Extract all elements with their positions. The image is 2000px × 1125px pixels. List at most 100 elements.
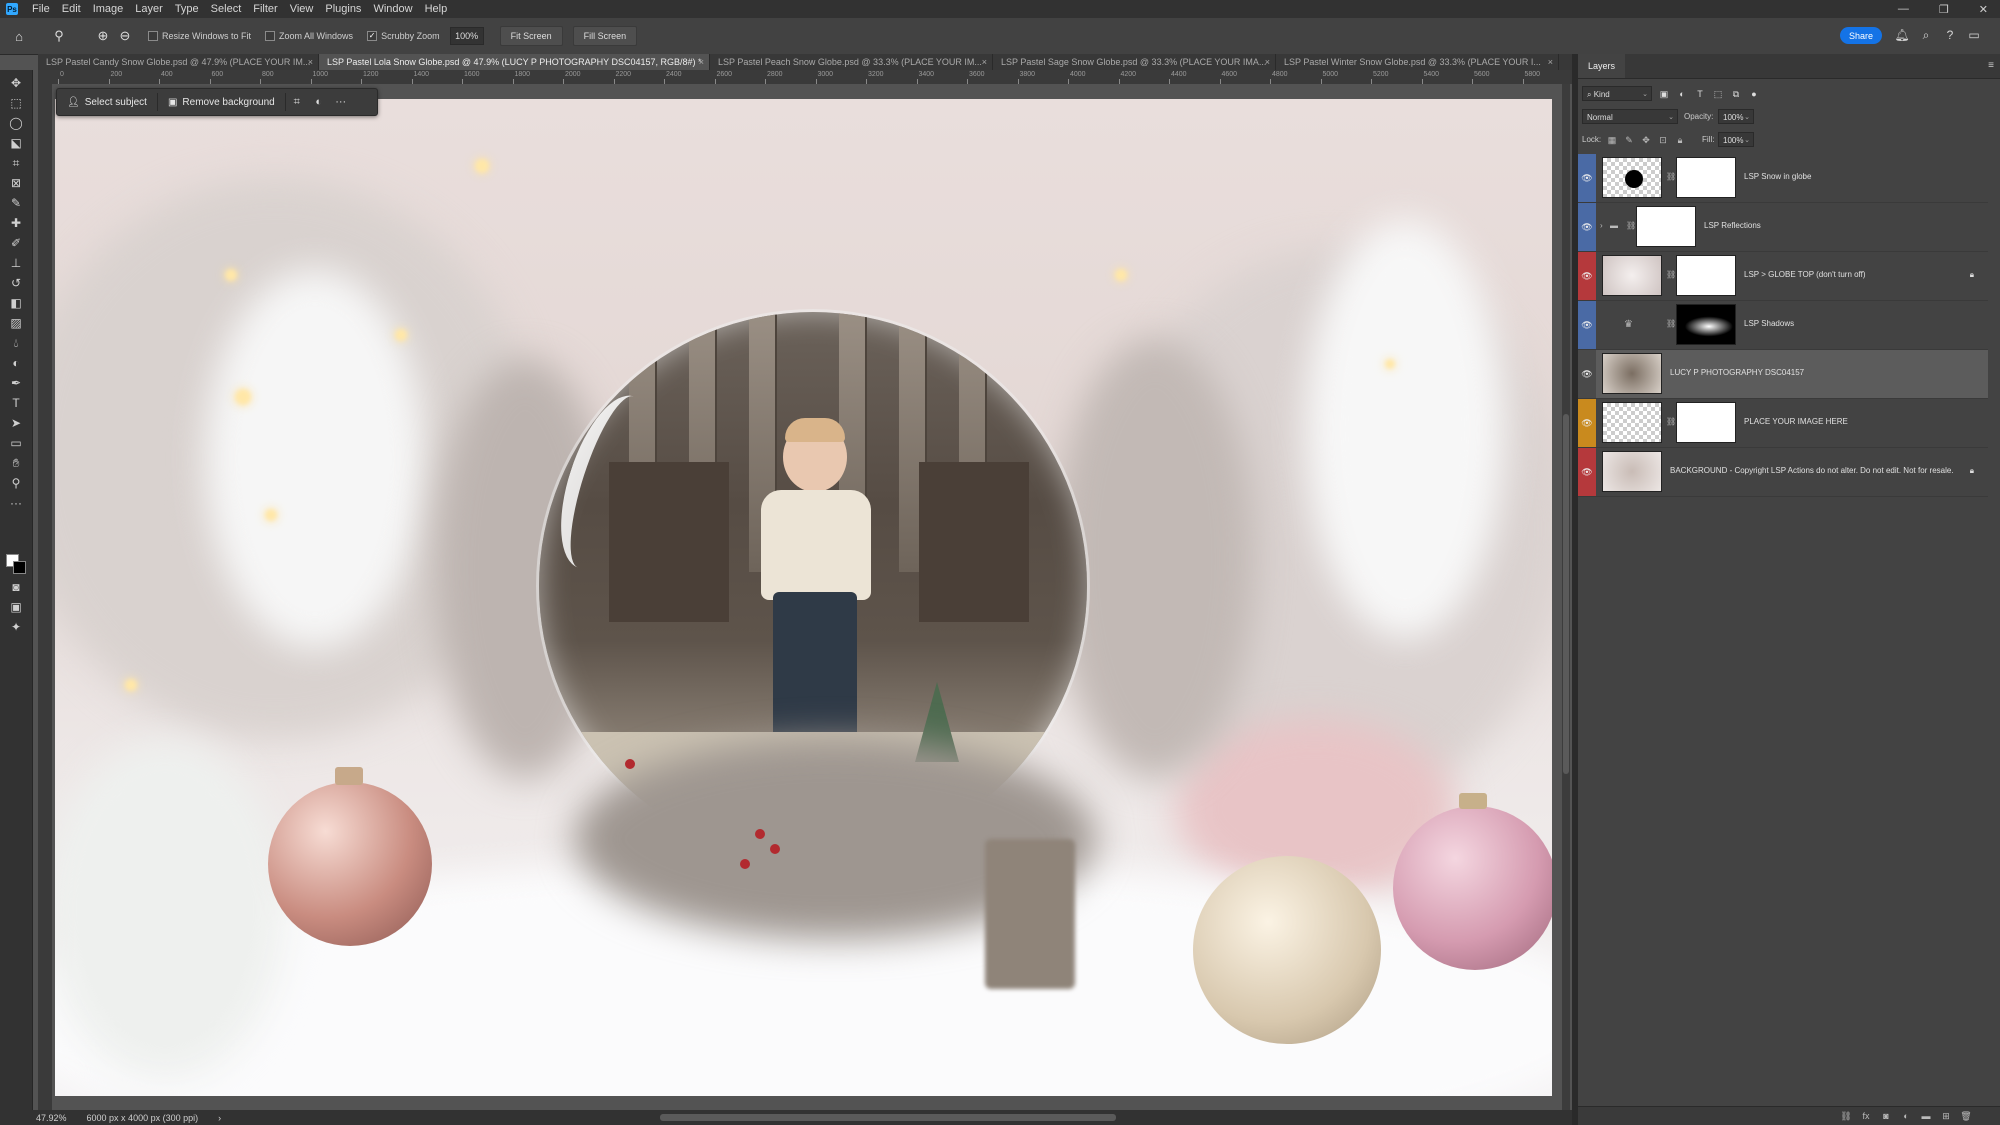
filter-adjustment-icon[interactable]: ◐ — [1676, 88, 1688, 100]
layer-mask-thumbnail[interactable] — [1636, 206, 1696, 247]
help-icon[interactable]: ? — [1942, 27, 1958, 43]
status-info-arrow[interactable]: › — [218, 1113, 221, 1123]
menu-file[interactable]: File — [26, 0, 56, 18]
type-tool-icon[interactable]: T — [6, 394, 26, 412]
menu-select[interactable]: Select — [205, 0, 248, 18]
add-mask-icon[interactable]: ◙ — [1880, 1110, 1892, 1122]
zoom-value-field[interactable]: 100% — [449, 27, 484, 45]
link-icon[interactable]: ⛓︎ — [1666, 270, 1676, 279]
layer-mask-thumbnail[interactable] — [1676, 304, 1736, 345]
layer-name[interactable]: LUCY P PHOTOGRAPHY DSC04157 — [1670, 368, 1804, 377]
healing-brush-tool-icon[interactable]: ✚ — [6, 214, 26, 232]
tab-sage-snow-globe[interactable]: LSP Pastel Sage Snow Globe.psd @ 33.3% (… — [993, 54, 1276, 70]
filter-shape-icon[interactable]: ⬚ — [1712, 88, 1724, 100]
opacity-field[interactable]: 100% ⌄ — [1718, 109, 1754, 124]
menu-image[interactable]: Image — [87, 0, 130, 18]
close-tab-icon[interactable]: × — [1265, 54, 1270, 70]
zoom-tool-icon[interactable]: ⚲ — [50, 27, 68, 45]
menu-plugins[interactable]: Plugins — [319, 0, 367, 18]
crop-tool-icon[interactable]: ⌗ — [6, 154, 26, 172]
search-icon[interactable]: ⌕ — [1918, 27, 1934, 43]
minimize-button[interactable]: — — [1898, 3, 1909, 15]
workspace-icon[interactable]: ▭ — [1966, 27, 1982, 43]
visibility-eye-icon[interactable]: 👁︎ — [1581, 172, 1593, 184]
vertical-scroll-thumb[interactable] — [1563, 414, 1569, 774]
layer-row-place-your-image[interactable]: 👁︎ ⛓︎ PLACE YOUR IMAGE HERE — [1578, 399, 1988, 448]
close-window-button[interactable]: ✕ — [1979, 3, 1988, 16]
delete-layer-icon[interactable]: 🗑︎ — [1960, 1110, 1972, 1122]
filter-smart-object-icon[interactable]: ⧉ — [1730, 88, 1742, 100]
layer-style-icon[interactable]: fx — [1860, 1110, 1872, 1122]
layer-row-lucy-p-photography[interactable]: 👁︎ LUCY P PHOTOGRAPHY DSC04157 — [1578, 350, 1988, 399]
eraser-tool-icon[interactable]: ◧ — [6, 294, 26, 312]
lock-all-icon[interactable]: 🔒︎ — [1674, 134, 1686, 146]
lock-position-icon[interactable]: ✥ — [1640, 134, 1652, 146]
link-icon[interactable]: ⛓︎ — [1666, 417, 1676, 426]
brush-tool-icon[interactable]: ✐ — [6, 234, 26, 252]
lock-artboard-icon[interactable]: ⊡ — [1657, 134, 1669, 146]
menu-help[interactable]: Help — [419, 0, 454, 18]
layer-thumbnail[interactable] — [1602, 255, 1662, 296]
rectangle-tool-icon[interactable]: ▭ — [6, 434, 26, 452]
tab-candy-snow-globe[interactable]: LSP Pastel Candy Snow Globe.psd @ 47.9% … — [38, 54, 319, 70]
menu-type[interactable]: Type — [169, 0, 205, 18]
lock-transparent-icon[interactable]: ▦ — [1606, 134, 1618, 146]
blur-tool-icon[interactable]: 💧︎ — [6, 334, 26, 352]
layer-row-reflections[interactable]: 👁︎ › ▬ ⛓︎ LSP Reflections — [1578, 203, 1988, 252]
layer-mask-thumbnail[interactable] — [1676, 157, 1736, 198]
panel-menu-icon[interactable]: ≡ — [1988, 60, 1994, 71]
document-info[interactable]: 6000 px x 4000 px (300 ppi) — [87, 1113, 199, 1123]
more-tools-icon[interactable]: ··· — [6, 494, 26, 512]
fill-screen-button[interactable]: Fill Screen — [572, 26, 638, 46]
lasso-tool-icon[interactable]: ◯ — [6, 114, 26, 132]
zoom-out-icon[interactable]: ⊖ — [116, 27, 134, 45]
menu-edit[interactable]: Edit — [56, 0, 87, 18]
pen-tool-icon[interactable]: ✒ — [6, 374, 26, 392]
filter-type-icon[interactable]: T — [1694, 88, 1706, 100]
zoom-level[interactable]: 47.92% — [36, 1113, 67, 1123]
layer-name[interactable]: PLACE YOUR IMAGE HERE — [1744, 417, 1848, 426]
clone-stamp-tool-icon[interactable]: ⊥ — [6, 254, 26, 272]
scrubby-zoom-checkbox[interactable]: ✓ Scrubby Zoom — [367, 31, 440, 41]
zoom-all-windows-checkbox[interactable]: Zoom All Windows — [265, 31, 353, 41]
layer-name[interactable]: LSP Snow in globe — [1744, 172, 1811, 181]
new-adjustment-icon[interactable]: ◐ — [1900, 1110, 1912, 1122]
filter-pixel-icon[interactable]: ▣ — [1658, 88, 1670, 100]
marquee-tool-icon[interactable]: ⬚ — [6, 94, 26, 112]
close-tab-icon[interactable]: × — [308, 54, 313, 70]
transform-icon[interactable]: ⌗ — [286, 91, 308, 113]
menu-window[interactable]: Window — [367, 0, 418, 18]
visibility-eye-icon[interactable]: 👁︎ — [1581, 417, 1593, 429]
layer-name[interactable]: LSP Reflections — [1704, 221, 1761, 230]
horizontal-ruler[interactable]: 0 200 400 600 800 1000 1200 1400 1600 1800 2000 220… — [38, 70, 1572, 85]
menu-view[interactable]: View — [284, 0, 320, 18]
generative-icon[interactable]: ✦ — [6, 618, 26, 636]
tab-layers[interactable]: Layers — [1578, 54, 1626, 78]
restore-button[interactable]: ❐ — [1939, 3, 1949, 16]
photoshop-logo[interactable]: Ps — [6, 3, 18, 15]
layer-row-globe-top[interactable]: 👁︎ ⛓︎ LSP > GLOBE TOP (don't turn off) 🔒… — [1578, 252, 1988, 301]
object-selection-tool-icon[interactable]: ⬕ — [6, 134, 26, 152]
visibility-eye-icon[interactable]: 👁︎ — [1581, 221, 1593, 233]
layer-name[interactable]: LSP > GLOBE TOP (don't turn off) — [1744, 270, 1866, 279]
resize-windows-checkbox[interactable]: Resize Windows to Fit — [148, 31, 251, 41]
close-tab-icon[interactable]: × — [699, 54, 704, 70]
horizontal-scroll-thumb[interactable] — [660, 1114, 1116, 1121]
fit-screen-button[interactable]: Fit Screen — [499, 26, 563, 46]
quick-mask-icon[interactable]: ◙ — [6, 578, 26, 596]
lock-image-icon[interactable]: ✎ — [1623, 134, 1635, 146]
layer-row-background[interactable]: 👁︎ BACKGROUND - Copyright LSP Actions do… — [1578, 448, 1988, 497]
adjustment-icon[interactable]: ◐ — [308, 91, 330, 113]
more-options-button[interactable]: ··· — [330, 91, 352, 113]
move-tool-icon[interactable]: ✥ — [6, 74, 26, 92]
layer-thumbnail[interactable] — [1602, 402, 1662, 443]
document-canvas[interactable] — [55, 99, 1552, 1096]
history-brush-tool-icon[interactable]: ↺ — [6, 274, 26, 292]
layer-name[interactable]: BACKGROUND - Copyright LSP Actions do no… — [1670, 466, 1954, 475]
layer-mask-thumbnail[interactable] — [1676, 255, 1736, 296]
share-button[interactable]: Share — [1840, 27, 1882, 44]
visibility-eye-icon[interactable]: 👁︎ — [1581, 270, 1593, 282]
path-selection-tool-icon[interactable]: ➤ — [6, 414, 26, 432]
chevron-right-icon[interactable]: › — [1600, 221, 1603, 230]
tab-lola-snow-globe[interactable]: LSP Pastel Lola Snow Globe.psd @ 47.9% (… — [319, 54, 710, 70]
